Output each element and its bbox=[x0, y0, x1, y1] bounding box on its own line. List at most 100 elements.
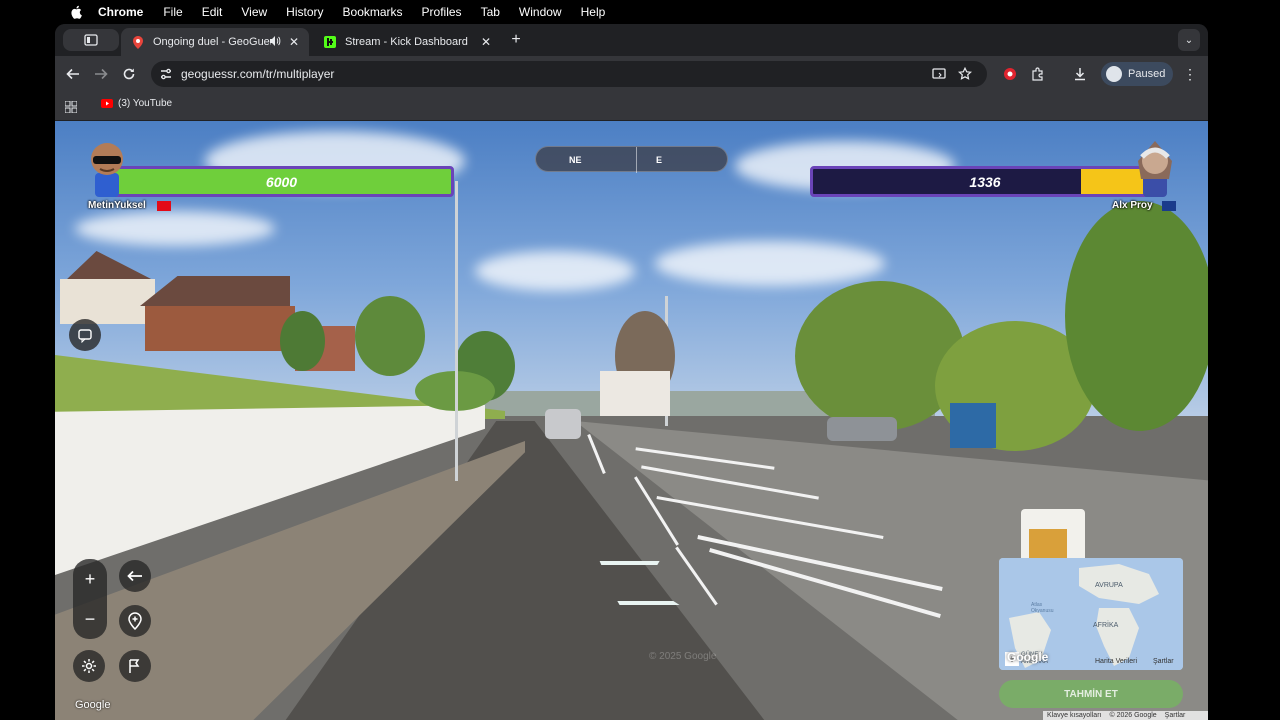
map-data-label: Harita Verileri bbox=[1095, 658, 1138, 665]
menu-edit[interactable]: Edit bbox=[202, 5, 223, 19]
footer-terms-link[interactable]: Şartlar bbox=[1165, 712, 1186, 719]
player-left-health-value: 6000 bbox=[265, 173, 298, 190]
apps-grid-icon[interactable] bbox=[64, 100, 78, 118]
youtube-icon bbox=[101, 99, 113, 108]
player-right-health-bar: 1336 bbox=[810, 166, 1160, 197]
menu-profiles[interactable]: Profiles bbox=[422, 5, 462, 19]
maps-footer: Klavye kısayolları © 2026 Google Şartlar bbox=[1043, 711, 1208, 720]
player-right-avatar bbox=[1133, 139, 1177, 197]
house bbox=[145, 306, 295, 351]
place-flag-button[interactable] bbox=[119, 650, 151, 682]
extension-red-icon[interactable] bbox=[1001, 65, 1019, 83]
download-icon[interactable] bbox=[1071, 65, 1089, 83]
move-back-arrow[interactable] bbox=[610, 589, 680, 605]
kick-icon bbox=[323, 35, 337, 49]
tab-strip: Ongoing duel - GeoGuessr ✕ Stream - Kick… bbox=[55, 24, 1208, 56]
reload-button[interactable] bbox=[119, 64, 139, 84]
undo-move-button[interactable] bbox=[119, 560, 151, 592]
street-view-panorama[interactable]: © 2025 Google 6000 MetinYuksel 1336 Alx … bbox=[55, 121, 1208, 720]
bookmark-label: (3) YouTube bbox=[118, 98, 173, 109]
guess-button[interactable]: TAHMİN ET bbox=[999, 680, 1183, 708]
browser-toolbar: geoguessr.com/tr/multiplayer Paused ⋮ bbox=[55, 56, 1208, 92]
gear-icon bbox=[82, 659, 96, 673]
blue-cabinet bbox=[950, 403, 996, 448]
map-terms-link[interactable]: Şartlar bbox=[1153, 658, 1174, 665]
menu-view[interactable]: View bbox=[241, 5, 267, 19]
forward-button[interactable] bbox=[91, 64, 111, 84]
zoom-in-button[interactable]: + bbox=[73, 559, 107, 599]
menu-help[interactable]: Help bbox=[581, 5, 606, 19]
google-logo: Google bbox=[75, 699, 111, 711]
profile-status: Paused bbox=[1128, 68, 1166, 80]
close-tab-icon[interactable]: ✕ bbox=[287, 35, 301, 49]
profile-button[interactable]: Paused bbox=[1101, 62, 1173, 86]
report-location-button[interactable] bbox=[69, 319, 101, 351]
australia-flag-icon bbox=[1162, 201, 1176, 211]
back-button[interactable] bbox=[63, 64, 83, 84]
bookmark-youtube[interactable]: (3) YouTube bbox=[101, 98, 172, 109]
compass: NE E bbox=[535, 146, 728, 173]
zoom-control: + − bbox=[73, 559, 107, 639]
close-tab-icon[interactable]: ✕ bbox=[479, 35, 493, 49]
street-lamp bbox=[455, 181, 458, 481]
compass-center-marker bbox=[636, 147, 637, 173]
undo-arrow-icon bbox=[127, 570, 142, 582]
cloud bbox=[655, 241, 885, 286]
menu-bookmarks[interactable]: Bookmarks bbox=[343, 5, 403, 19]
imagery-copyright: © 2025 Google bbox=[649, 651, 717, 662]
map-label-africa: AFRİKA bbox=[1093, 622, 1119, 629]
tab-title: Stream - Kick Dashboard bbox=[345, 36, 468, 48]
map-pin-icon bbox=[128, 612, 142, 630]
car bbox=[545, 409, 581, 439]
new-tab-button[interactable]: + bbox=[507, 32, 525, 50]
compass-ne: NE bbox=[569, 155, 582, 165]
cast-icon[interactable] bbox=[931, 66, 947, 82]
tab-kick[interactable]: Stream - Kick Dashboard ✕ bbox=[313, 28, 501, 56]
flag-icon bbox=[129, 659, 140, 673]
keyboard-shortcuts-link[interactable]: Klavye kısayolları bbox=[1047, 712, 1101, 719]
cloud bbox=[75, 211, 275, 246]
player-left-name: MetinYuksel bbox=[88, 200, 146, 211]
tree bbox=[280, 311, 325, 371]
menu-file[interactable]: File bbox=[163, 5, 182, 19]
menu-window[interactable]: Window bbox=[519, 5, 562, 19]
chevron-down-icon[interactable]: ⌄ bbox=[1178, 29, 1200, 51]
extensions-puzzle-icon[interactable] bbox=[1029, 65, 1047, 83]
settings-button[interactable] bbox=[73, 650, 105, 682]
zoom-out-button[interactable]: − bbox=[73, 599, 107, 639]
tab-search-button[interactable] bbox=[63, 29, 119, 51]
menu-history[interactable]: History bbox=[286, 5, 323, 19]
menu-tab[interactable]: Tab bbox=[481, 5, 500, 19]
arrow-left-icon bbox=[66, 68, 79, 80]
player-left-health-bar: 6000 bbox=[109, 166, 454, 197]
menu-app-chrome[interactable]: Chrome bbox=[98, 5, 143, 19]
kebab-menu-icon[interactable]: ⋮ bbox=[1181, 65, 1199, 83]
site-settings-icon[interactable] bbox=[159, 67, 173, 81]
move-forward-arrow[interactable] bbox=[590, 561, 660, 577]
map-label-atlantic: Atlas Okyanusu bbox=[1031, 602, 1054, 614]
player-right-name: Alx Proy bbox=[1112, 200, 1153, 211]
tree bbox=[355, 296, 425, 376]
player-left-avatar bbox=[85, 139, 129, 197]
url-text: geoguessr.com/tr/multiplayer bbox=[181, 67, 335, 81]
player-right-health-value: 1336 bbox=[969, 173, 1001, 190]
arrow-right-icon bbox=[95, 68, 108, 80]
turkey-flag-icon bbox=[157, 201, 171, 211]
cloud bbox=[475, 251, 635, 291]
reload-icon bbox=[123, 68, 135, 80]
tree bbox=[1065, 201, 1208, 431]
apple-icon[interactable] bbox=[68, 4, 84, 20]
tab-geoguessr[interactable]: Ongoing duel - GeoGuessr ✕ bbox=[121, 28, 309, 56]
address-bar[interactable]: geoguessr.com/tr/multiplayer bbox=[151, 61, 987, 87]
return-to-start-button[interactable] bbox=[119, 605, 151, 637]
avatar bbox=[1106, 66, 1122, 82]
sidepanel-icon bbox=[84, 34, 98, 46]
geoguessr-pin-icon bbox=[131, 35, 145, 49]
map-google-logo: Google bbox=[1007, 650, 1049, 664]
house bbox=[600, 371, 670, 416]
bookmark-star-icon[interactable] bbox=[957, 66, 973, 82]
flag-chat-icon bbox=[78, 329, 92, 343]
map-label-europe: AVRUPA bbox=[1095, 582, 1123, 589]
speaker-icon[interactable] bbox=[269, 35, 281, 49]
parked-car bbox=[827, 417, 897, 441]
